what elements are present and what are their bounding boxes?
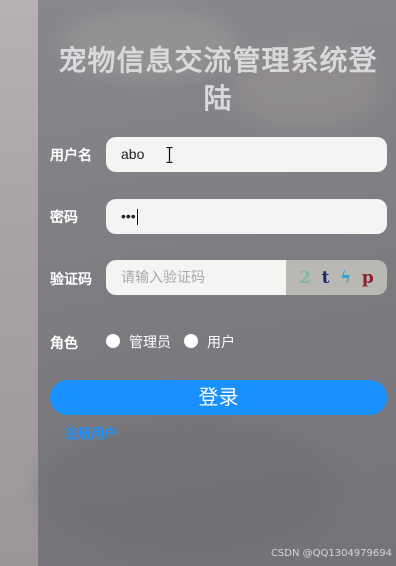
page-title: 宠物信息交流管理系统登陆 bbox=[58, 44, 378, 115]
caret bbox=[136, 209, 138, 226]
text-cursor-icon bbox=[166, 147, 173, 163]
background-left-strip bbox=[0, 0, 38, 566]
role-radio-user[interactable] bbox=[184, 334, 198, 348]
username-field[interactable]: abo bbox=[106, 137, 387, 172]
captcha-image[interactable]: 2 t ϟ p bbox=[286, 260, 387, 295]
role-option-admin[interactable]: 管理员 bbox=[129, 332, 171, 352]
captcha-char: ϟ bbox=[340, 267, 352, 288]
password-label: 密码 bbox=[50, 210, 78, 226]
role-radio-admin[interactable] bbox=[106, 334, 120, 348]
captcha-input[interactable]: 请输入验证码 bbox=[106, 260, 286, 295]
username-value: abo bbox=[121, 146, 145, 162]
password-value: ••• bbox=[121, 208, 136, 224]
captcha-char: 2 bbox=[299, 267, 312, 288]
captcha-char: p bbox=[361, 267, 374, 288]
role-option-user[interactable]: 用户 bbox=[207, 332, 235, 352]
username-label: 用户名 bbox=[50, 148, 92, 164]
login-button[interactable]: 登录 bbox=[50, 380, 387, 415]
captcha-placeholder: 请输入验证码 bbox=[121, 269, 205, 285]
register-link[interactable]: 注册用户 bbox=[65, 423, 117, 442]
captcha-label: 验证码 bbox=[50, 272, 92, 288]
captcha-char: t bbox=[321, 267, 330, 288]
watermark: CSDN @QQ1304979694 bbox=[270, 548, 392, 559]
password-field[interactable]: ••• bbox=[106, 199, 387, 234]
role-label: 角色 bbox=[50, 336, 78, 352]
